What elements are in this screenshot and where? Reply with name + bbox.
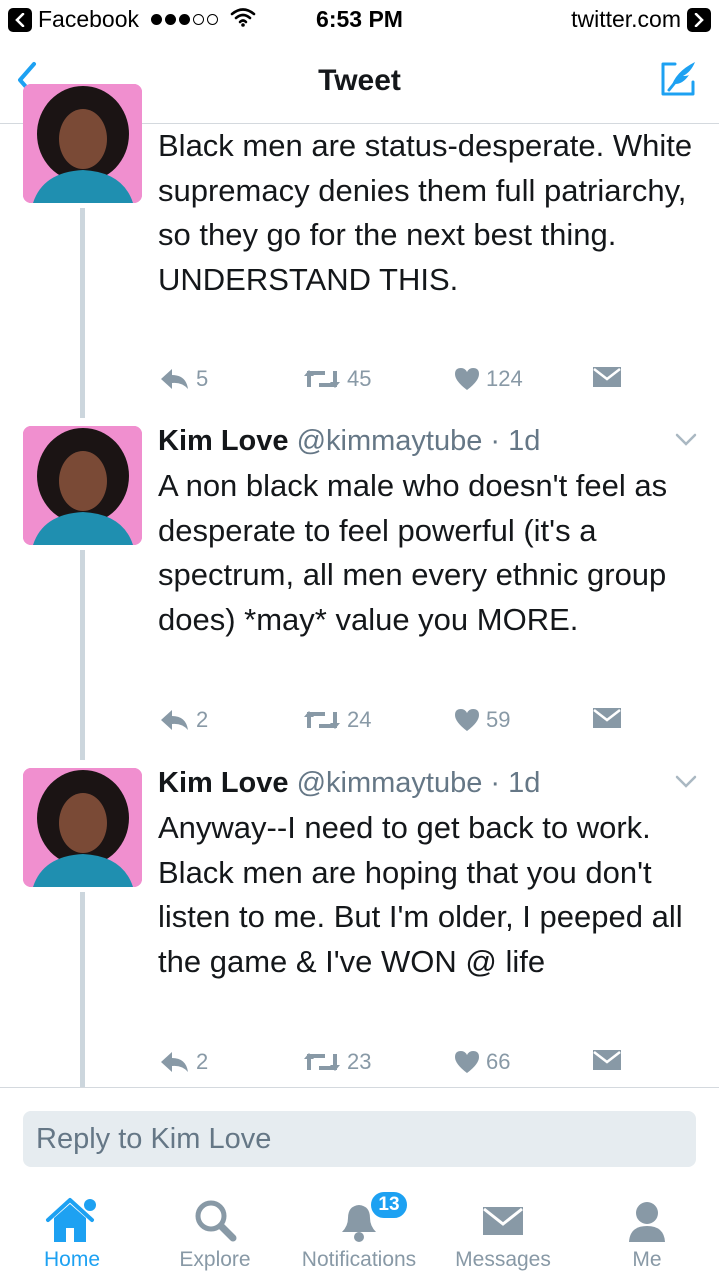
tab-notifications[interactable]: 13 Notifications — [287, 1182, 431, 1280]
avatar[interactable] — [23, 426, 142, 545]
reply-action[interactable]: 5 — [158, 366, 208, 392]
status-right: twitter.com — [571, 6, 711, 33]
tweet-actions: 2 23 66 — [158, 1049, 628, 1079]
like-action[interactable]: 59 — [454, 707, 510, 733]
direct-message-action[interactable] — [592, 1049, 622, 1071]
avatar[interactable] — [23, 768, 142, 887]
retweet-count: 45 — [347, 366, 372, 391]
like-action[interactable]: 66 — [454, 1049, 510, 1075]
notifications-badge: 13 — [369, 1190, 409, 1220]
tweet-time: 1d — [508, 425, 541, 457]
reply-count: 2 — [196, 1049, 209, 1074]
tweet-header: Kim Love @kimmaytube · 1d — [158, 425, 541, 457]
status-bar: Facebook 6:53 PM twitter.com — [0, 0, 719, 40]
search-icon — [190, 1196, 240, 1251]
envelope-icon — [593, 708, 621, 728]
tab-messages-label: Messages — [455, 1248, 551, 1271]
reply-input[interactable]: Reply to Kim Love — [23, 1111, 696, 1167]
retweet-action[interactable]: 23 — [303, 1049, 371, 1075]
direct-message-action[interactable] — [592, 366, 622, 388]
tweet-text: Anyway--I need to get back to work. Blac… — [158, 810, 683, 979]
tab-notifications-label: Notifications — [301, 1248, 417, 1271]
heart-icon — [455, 1051, 479, 1073]
direct-message-action[interactable] — [592, 707, 622, 729]
tweet-actions: 2 24 59 — [158, 707, 628, 737]
tab-home-label: Home — [43, 1248, 101, 1271]
compose-tweet-icon[interactable] — [657, 58, 699, 100]
tweet-header: Kim Love @kimmaytube · 1d — [158, 767, 541, 799]
tweet-time: 1d — [508, 767, 541, 799]
reply-count: 2 — [196, 707, 209, 732]
envelope-icon — [593, 1050, 621, 1070]
retweet-icon — [304, 370, 340, 388]
like-count: 59 — [486, 707, 511, 732]
tweet[interactable]: Kim Love @kimmaytube · 1d A non black ma… — [0, 423, 719, 753]
like-action[interactable]: 124 — [454, 366, 523, 392]
reply-action[interactable]: 2 — [158, 707, 208, 733]
tweet[interactable]: Black men are status-desperate. White su… — [0, 84, 719, 414]
home-icon — [44, 1196, 100, 1251]
tweet-text: A non black male who doesn't feel as des… — [158, 468, 668, 637]
retweet-action[interactable]: 24 — [303, 707, 371, 733]
tweet[interactable]: Kim Love @kimmaytube · 1d Anyway--I need… — [0, 765, 719, 1085]
chevron-down-icon[interactable] — [675, 775, 697, 789]
reply-action[interactable]: 2 — [158, 1049, 208, 1075]
forward-icon[interactable] — [687, 7, 711, 32]
retweet-icon — [304, 1053, 340, 1071]
author-name[interactable]: Kim Love — [158, 425, 289, 457]
envelope-icon — [478, 1196, 528, 1251]
tab-messages[interactable]: Messages — [431, 1182, 575, 1280]
reply-count: 5 — [196, 366, 209, 391]
tab-bar: Home Explore 13 Notifications Messages M… — [0, 1182, 719, 1280]
heart-icon — [455, 368, 479, 390]
tab-me[interactable]: Me — [575, 1182, 719, 1280]
tweet-actions: 5 45 124 — [158, 366, 628, 396]
reply-icon — [161, 369, 188, 389]
reply-placeholder: Reply to Kim Love — [36, 1123, 272, 1155]
retweet-count: 23 — [347, 1049, 372, 1074]
tweet-text: Black men are status-desperate. White su… — [158, 128, 693, 297]
tab-explore-label: Explore — [179, 1248, 251, 1271]
tab-explore[interactable]: Explore — [143, 1182, 287, 1280]
retweet-icon — [304, 711, 340, 729]
avatar[interactable] — [23, 84, 142, 203]
url-label: twitter.com — [571, 6, 681, 32]
envelope-icon — [593, 367, 621, 387]
like-count: 124 — [486, 366, 523, 391]
retweet-count: 24 — [347, 707, 372, 732]
person-icon — [622, 1196, 672, 1251]
chevron-down-icon[interactable] — [675, 433, 697, 447]
like-count: 66 — [486, 1049, 511, 1074]
reply-icon — [161, 1052, 188, 1072]
author-name[interactable]: Kim Love — [158, 767, 289, 799]
heart-icon — [455, 709, 479, 731]
reply-icon — [161, 710, 188, 730]
tab-home[interactable]: Home — [0, 1182, 144, 1280]
author-handle[interactable]: @kimmaytube — [297, 767, 483, 799]
retweet-action[interactable]: 45 — [303, 366, 371, 392]
author-handle[interactable]: @kimmaytube — [297, 425, 483, 457]
divider — [0, 1087, 719, 1088]
tab-me-label: Me — [632, 1248, 662, 1271]
